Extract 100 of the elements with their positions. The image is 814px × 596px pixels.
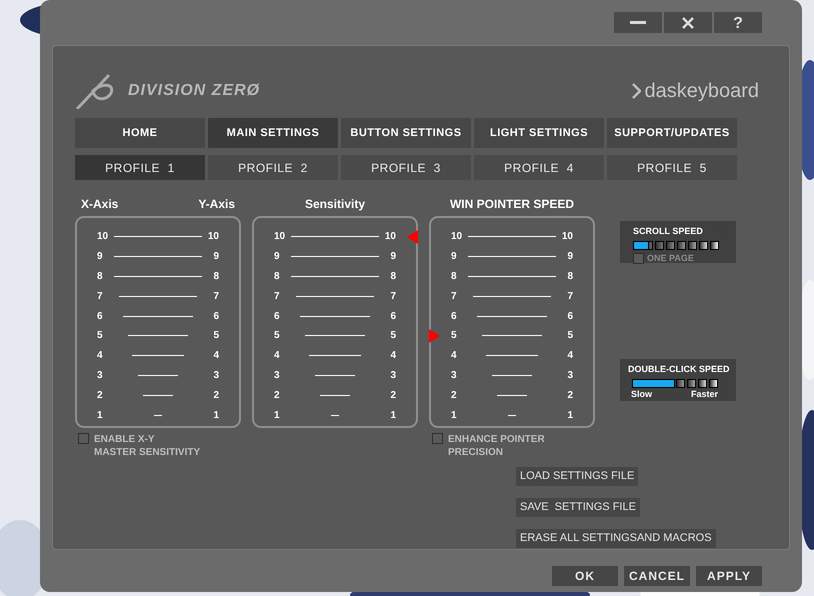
nav-tab[interactable]: HOME: [75, 118, 205, 148]
scale-line[interactable]: [132, 355, 184, 356]
scale-value: 9: [566, 250, 573, 264]
scale-value: 7: [97, 290, 104, 304]
scale-value: 10: [274, 230, 286, 244]
close-icon: [682, 16, 694, 28]
dialog-button[interactable]: CANCEL: [624, 566, 690, 586]
profile-tab[interactable]: PROFILE 1: [75, 155, 205, 180]
checkbox[interactable]: [432, 433, 443, 444]
scale-line[interactable]: [315, 374, 355, 376]
scale-value: 8: [451, 270, 458, 284]
scale-line[interactable]: [300, 316, 370, 317]
scale-line[interactable]: [508, 414, 516, 416]
dialog-button[interactable]: APPLY: [696, 566, 762, 586]
scale-value: 10: [451, 230, 464, 244]
scale-value: 6: [97, 310, 104, 324]
scale-value: 4: [389, 349, 396, 364]
scale-line[interactable]: [114, 236, 202, 238]
speed-meter[interactable]: [633, 240, 719, 250]
scale-value: 8: [97, 270, 104, 284]
nav-tab[interactable]: BUTTON SETTINGS: [341, 118, 471, 148]
brand-logo: DIVISION ZERØ: [128, 81, 260, 101]
profile-tab[interactable]: PROFILE 2: [208, 155, 338, 180]
scale-value: 9: [274, 250, 281, 264]
file-action-button[interactable]: ERASE ALL SETTINGSAND MACROS: [516, 528, 716, 548]
checkbox[interactable]: [78, 433, 89, 444]
scale-line[interactable]: [468, 236, 556, 238]
scale-line[interactable]: [477, 316, 547, 317]
scale-line[interactable]: [138, 374, 178, 376]
scale-value: 2: [97, 388, 104, 403]
scale-line[interactable]: [123, 316, 193, 317]
scale-line[interactable]: [296, 296, 374, 297]
scale-value: 9: [97, 250, 104, 264]
double-click-speed-title: DOUBLE-CLICK SPEED: [628, 363, 731, 376]
scale-value: 3: [97, 368, 104, 383]
scale-value: 1: [566, 408, 573, 423]
scale-line[interactable]: [291, 236, 379, 238]
scale-value: 5: [274, 329, 281, 344]
scale-line[interactable]: [468, 256, 556, 258]
scale-value: 10: [206, 230, 219, 244]
scale-line[interactable]: [486, 355, 538, 356]
scale-line[interactable]: [291, 276, 379, 277]
vendor-logo: daskeyboard: [644, 81, 759, 101]
help-button[interactable]: ?: [714, 12, 762, 33]
scale-line[interactable]: [320, 394, 350, 396]
scale-line[interactable]: [114, 256, 202, 258]
scale-value: 8: [212, 270, 219, 284]
scale-value: 2: [566, 388, 573, 403]
profile-tab[interactable]: PROFILE 4: [474, 155, 604, 180]
scale-line[interactable]: [291, 256, 379, 258]
scale-line[interactable]: [331, 414, 339, 416]
scale-value: 9: [389, 250, 396, 264]
scale-value: 6: [451, 310, 458, 324]
scale-value: 10: [384, 230, 396, 244]
checkbox-label: ENABLE X-Y MASTER SENSITIVITY: [94, 433, 200, 459]
scale-line[interactable]: [128, 335, 188, 336]
scale-value: 1: [389, 408, 396, 423]
profile-tab[interactable]: PROFILE 5: [607, 155, 737, 180]
scale-line[interactable]: [468, 276, 556, 277]
scale-value: 7: [451, 290, 458, 304]
nav-tab[interactable]: SUPPORT/UPDATES: [607, 118, 737, 148]
speed-meter[interactable]: [632, 378, 718, 388]
checkbox[interactable]: [633, 252, 644, 264]
nav-tab[interactable]: LIGHT SETTINGS: [474, 118, 604, 148]
scale-line[interactable]: [492, 374, 532, 376]
scale-value: 2: [212, 388, 219, 403]
scale-line[interactable]: [482, 335, 542, 336]
scale-line[interactable]: [309, 355, 361, 356]
scale-line[interactable]: [473, 296, 551, 297]
scale-value: 4: [274, 349, 281, 364]
nav-tab[interactable]: MAIN SETTINGS: [208, 118, 338, 148]
close-button[interactable]: [664, 12, 712, 33]
scale-line[interactable]: [154, 414, 162, 416]
file-action-button[interactable]: LOAD SETTINGS FILE: [516, 466, 638, 486]
scale-line[interactable]: [119, 296, 197, 297]
scale-line[interactable]: [497, 394, 527, 396]
scale-value: 5: [97, 329, 104, 344]
checkbox-label: ENHANCE POINTER PRECISION: [448, 433, 545, 459]
file-action-button[interactable]: SAVE SETTINGS FILE: [516, 498, 640, 517]
scale-value: 4: [97, 349, 104, 364]
scale-value: 7: [212, 290, 219, 304]
scale-heading: X-Axis: [81, 198, 118, 210]
scale-line[interactable]: [143, 394, 173, 396]
minimize-button[interactable]: [614, 12, 662, 33]
dialog-button[interactable]: OK: [552, 566, 618, 586]
chevron-icon: [632, 83, 642, 99]
scale-line[interactable]: [305, 335, 365, 336]
scale-value: 3: [212, 368, 219, 383]
scale-value: 1: [274, 408, 281, 423]
scale-value: 2: [274, 388, 281, 403]
scale-heading: WIN POINTER SPEED: [450, 198, 574, 210]
scale-line[interactable]: [114, 276, 202, 277]
scale-value: 4: [212, 349, 219, 364]
scroll-speed-title: SCROLL SPEED: [633, 225, 704, 238]
scale-value: 9: [451, 250, 458, 264]
scale-value: 3: [389, 368, 396, 383]
profile-tab[interactable]: PROFILE 3: [341, 155, 471, 180]
scale-value: 8: [274, 270, 281, 284]
scale-value: 4: [566, 349, 573, 364]
scale-value: 6: [389, 310, 396, 324]
